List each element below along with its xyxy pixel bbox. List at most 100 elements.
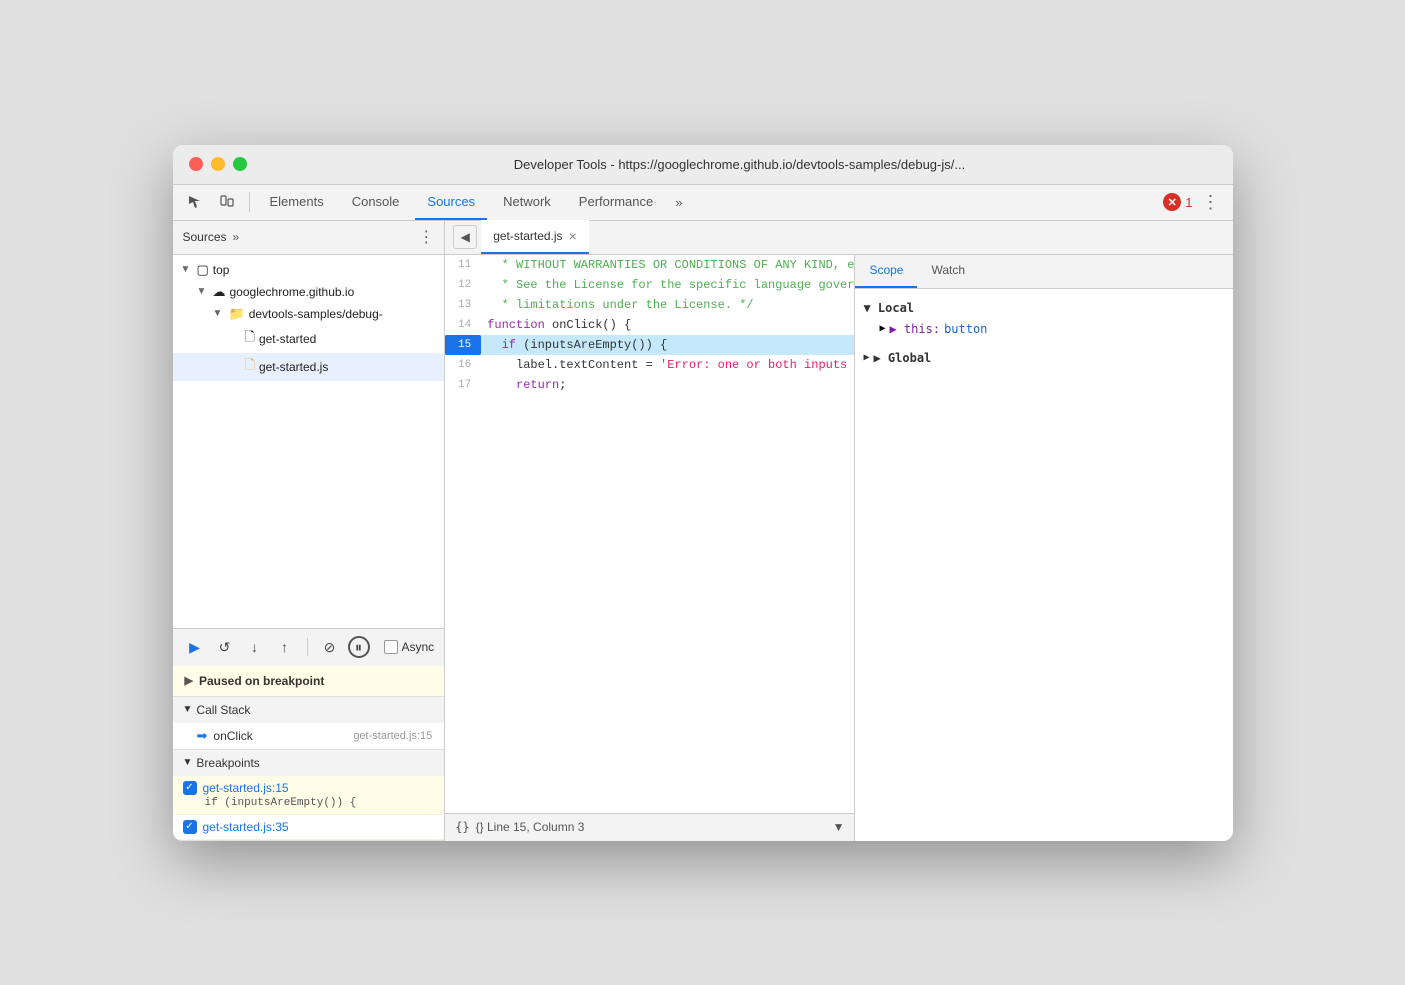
line-number-12: 12: [445, 275, 481, 295]
breakpoints-arrow-icon: ▼: [183, 757, 193, 768]
code-content-13: * limitations under the License. */: [481, 295, 854, 315]
status-bar: {} {} Line 15, Column 3 ▼: [445, 813, 854, 841]
code-line-13: 13 * limitations under the License. */: [445, 295, 854, 315]
scope-content: ▼ Local ▶ ▶ this: button ▶ ▶ Global Wind…: [855, 289, 1232, 841]
minimize-button[interactable]: [211, 157, 225, 171]
code-editor: 11 * WITHOUT WARRANTIES OR CONDITIONS OF…: [445, 255, 854, 841]
error-icon: ✕: [1163, 193, 1181, 211]
domain-label: googlechrome.github.io: [230, 285, 355, 299]
code-area[interactable]: 11 * WITHOUT WARRANTIES OR CONDITIONS OF…: [445, 255, 854, 813]
cloud-icon: ☁: [213, 284, 226, 300]
bp-name-1: get-started.js:15: [203, 781, 289, 795]
left-panel: Sources » ⋮ ▼ ▢ top ▼ ☁ googlechrome.git…: [173, 221, 446, 841]
scope-tab-label: Scope: [869, 263, 903, 277]
editor-back-icon[interactable]: ◀: [453, 225, 477, 249]
breakpoints-title: Breakpoints: [196, 756, 259, 770]
line-number-16: 16: [445, 355, 481, 375]
code-content-16: label.textContent = 'Error: one or both …: [481, 355, 854, 375]
code-content-15: if (inputsAreEmpty()) {: [481, 335, 854, 355]
tree-arrow-domain: ▼: [197, 286, 209, 297]
more-tabs-button[interactable]: »: [669, 195, 688, 210]
call-stack-header[interactable]: ▼ Call Stack: [173, 697, 445, 723]
error-badge[interactable]: ✕ 1: [1163, 193, 1192, 211]
code-line-12: 12 * See the License for the specific la…: [445, 275, 854, 295]
tree-item-file1[interactable]: 🗋 get-started: [173, 325, 445, 353]
bp-checkbox-2[interactable]: ✓: [183, 820, 197, 834]
breakpoint-item-2: ✓ get-started.js:35: [173, 815, 445, 840]
device-toolbar-icon[interactable]: [213, 188, 241, 216]
tab-elements[interactable]: Elements: [258, 184, 336, 220]
scope-this-item[interactable]: ▶ ▶ this: button: [863, 319, 1232, 339]
main-content: Sources » ⋮ ▼ ▢ top ▼ ☁ googlechrome.git…: [173, 221, 1233, 841]
code-content-11: * WITHOUT WARRANTIES OR CONDITIONS OF AN…: [481, 255, 854, 275]
breakpoints-header[interactable]: ▼ Breakpoints: [173, 750, 445, 776]
scope-this-value: button: [944, 322, 987, 336]
call-location: get-started.js:15: [353, 730, 432, 742]
scope-tab-scope[interactable]: Scope: [855, 255, 917, 288]
async-checkbox[interactable]: [384, 640, 398, 654]
bp-name-2: get-started.js:35: [203, 820, 289, 834]
panel-menu-icon[interactable]: ⋮: [418, 227, 434, 247]
tree-arrow-top: ▼: [181, 264, 193, 275]
line-number-14: 14: [445, 315, 481, 335]
call-name: onClick: [213, 729, 347, 743]
code-line-17: 17 return;: [445, 375, 854, 395]
scope-tab-watch[interactable]: Watch: [917, 255, 979, 288]
step-into-button[interactable]: ↓: [243, 635, 267, 659]
call-stack-item[interactable]: ➡ onClick get-started.js:15: [173, 723, 445, 749]
step-out-button[interactable]: ↑: [273, 635, 297, 659]
editor-tab-getstarted[interactable]: get-started.js ×: [481, 220, 589, 254]
breakpoint-item-1: ✓ get-started.js:15 if (inputsAreEmpty()…: [173, 776, 445, 815]
scope-this-key: ▶ this:: [889, 322, 940, 336]
tree-item-domain[interactable]: ▼ ☁ googlechrome.github.io: [173, 281, 445, 303]
paused-banner[interactable]: ▶ Paused on breakpoint: [173, 666, 445, 697]
line-number-13: 13: [445, 295, 481, 315]
tree-item-folder[interactable]: ▼ 📁 devtools-samples/debug-: [173, 303, 445, 325]
paused-arrow-icon: ▶: [185, 674, 193, 687]
code-line-16: 16 label.textContent = 'Error: one or bo…: [445, 355, 854, 375]
tab-sources[interactable]: Sources: [415, 184, 487, 220]
editor-scope-container: 11 * WITHOUT WARRANTIES OR CONDITIONS OF…: [445, 255, 1232, 841]
tree-item-top[interactable]: ▼ ▢ top: [173, 259, 445, 281]
close-button[interactable]: [189, 157, 203, 171]
folder-icon: 📁: [229, 306, 245, 322]
tab-close-icon[interactable]: ×: [569, 228, 577, 244]
async-checkbox-group[interactable]: Async: [384, 640, 435, 654]
code-line-15: 15 if (inputsAreEmpty()) {: [445, 335, 854, 355]
toolbar-divider-1: [249, 192, 250, 212]
async-label: Async: [402, 640, 435, 654]
tree-arrow-folder: ▼: [213, 308, 225, 319]
devtools-toolbar: Elements Console Sources Network Perform…: [173, 185, 1233, 221]
deactivate-breakpoints-button[interactable]: ⊘: [318, 635, 342, 659]
folder-label: devtools-samples/debug-: [249, 307, 383, 321]
code-content-14: function onClick() {: [481, 315, 854, 335]
scope-local-header[interactable]: ▼ Local: [863, 297, 1232, 319]
resume-button[interactable]: ▶: [183, 635, 207, 659]
tree-item-file2[interactable]: 🗋 get-started.js: [173, 353, 445, 381]
title-bar: Developer Tools - https://googlechrome.g…: [173, 145, 1233, 185]
status-expand-icon[interactable]: ▼: [833, 820, 845, 834]
settings-icon[interactable]: ⋮: [1197, 188, 1225, 216]
html-file-icon: 🗋: [245, 328, 255, 350]
dbg-divider: [307, 638, 308, 656]
line-number-17: 17: [445, 375, 481, 395]
status-format-icon[interactable]: {}: [455, 820, 469, 834]
code-content-17: return;: [481, 375, 854, 395]
call-stack-arrow-icon: ▼: [183, 704, 193, 715]
step-over-button[interactable]: ↺: [213, 635, 237, 659]
devtools-window: Developer Tools - https://googlechrome.g…: [173, 145, 1233, 841]
tab-network[interactable]: Network: [491, 184, 563, 220]
panel-header: Sources » ⋮: [173, 221, 445, 255]
bp-checkbox-1[interactable]: ✓: [183, 781, 197, 795]
pause-on-exceptions-button[interactable]: ⏸: [348, 636, 370, 658]
tab-console[interactable]: Console: [340, 184, 412, 220]
inspect-icon[interactable]: [181, 188, 209, 216]
call-arrow-icon: ➡: [197, 728, 208, 744]
scope-global-header[interactable]: ▶ ▶ Global Window: [863, 347, 1232, 369]
panel-more-button[interactable]: »: [233, 230, 240, 244]
code-line-11: 11 * WITHOUT WARRANTIES OR CONDITIONS OF…: [445, 255, 854, 275]
maximize-button[interactable]: [233, 157, 247, 171]
line-number-15: 15: [445, 335, 481, 355]
tab-performance[interactable]: Performance: [567, 184, 665, 220]
code-line-14: 14 function onClick() {: [445, 315, 854, 335]
